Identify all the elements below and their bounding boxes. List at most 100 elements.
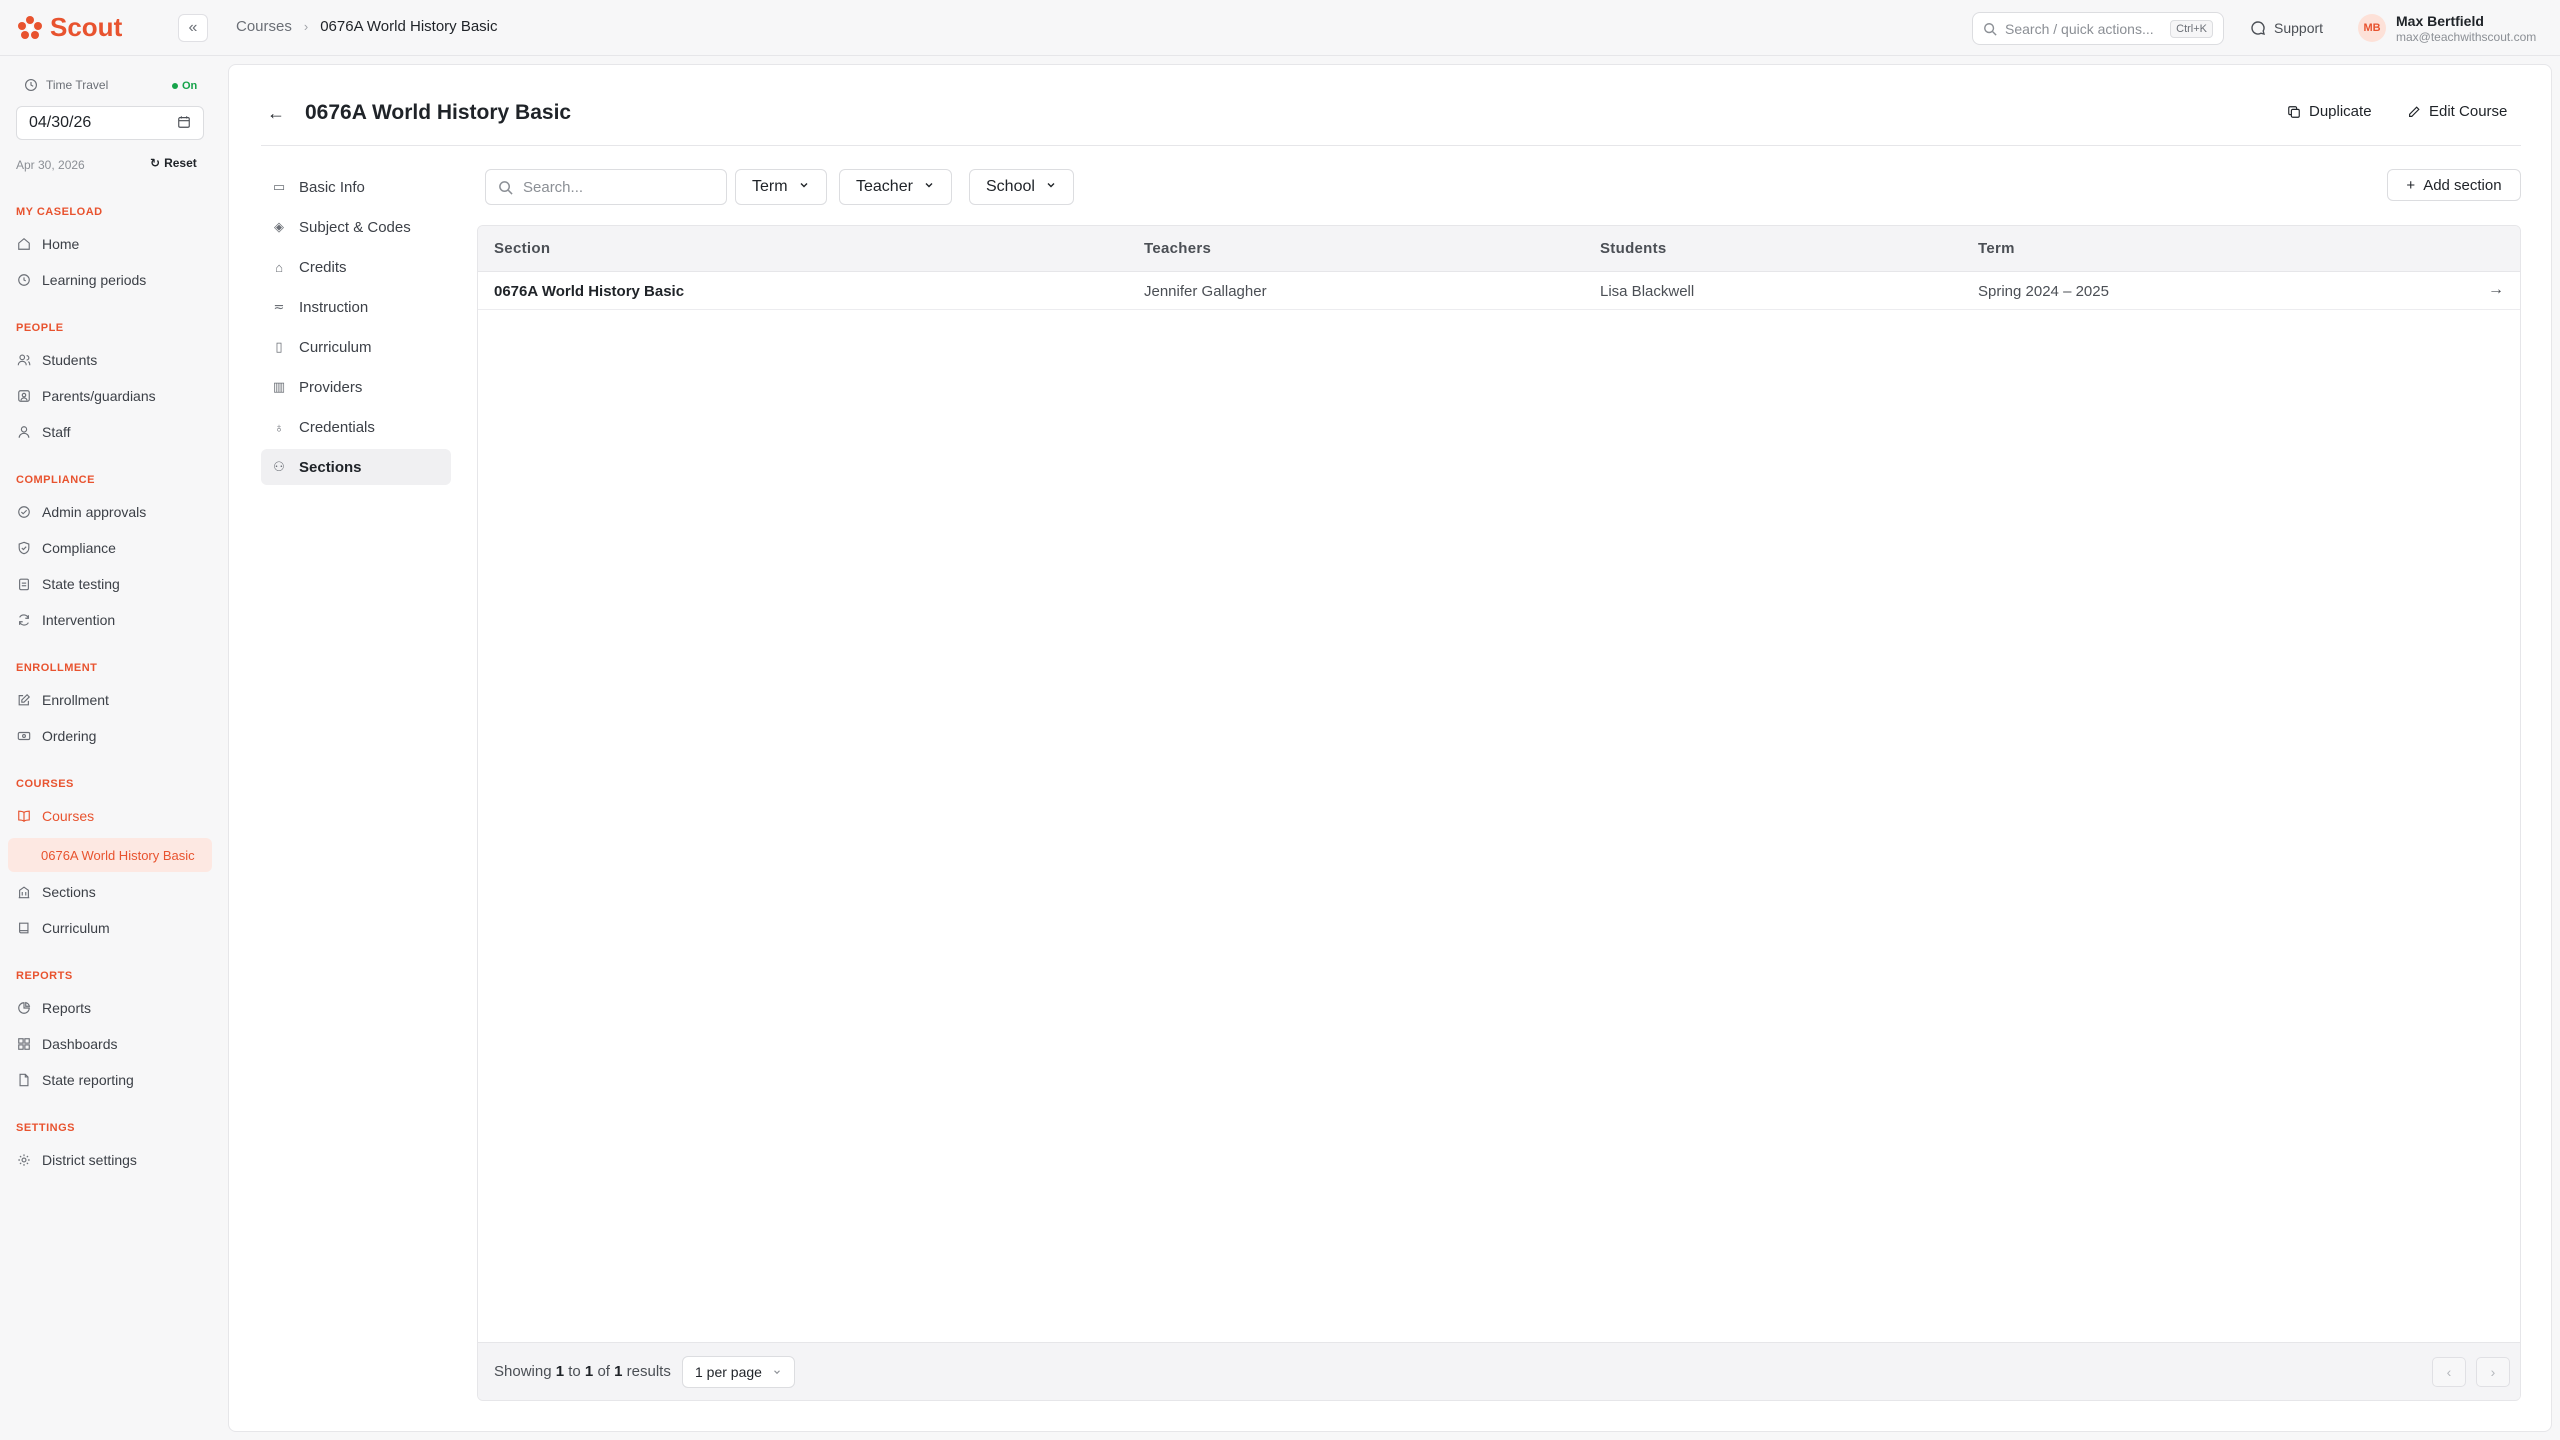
sidebar-item-reports[interactable]: Reports [16, 998, 91, 1018]
column-header-section[interactable]: Section [494, 240, 550, 257]
sidebar-item-label: Curriculum [42, 920, 110, 936]
pie-chart-icon [16, 1000, 32, 1016]
reset-label: Reset [164, 156, 197, 170]
column-header-term[interactable]: Term [1978, 240, 2015, 257]
global-search-placeholder: Search / quick actions... [2005, 20, 2154, 37]
school-filter[interactable]: School [969, 169, 1074, 205]
column-header-students[interactable]: Students [1600, 240, 1667, 257]
top-bar: Scout « Courses › 0676A World History Ba… [0, 0, 2560, 56]
subnav-basic-info[interactable]: ▭ Basic Info [261, 169, 451, 205]
sidebar-item-curriculum[interactable]: Curriculum [16, 918, 110, 938]
sidebar-item-sections[interactable]: Sections [16, 882, 96, 902]
sidebar-item-parents[interactable]: Parents/guardians [16, 386, 156, 406]
table-footer: Showing 1 to 1 of 1 results 1 per page ‹… [478, 1342, 2520, 1400]
chevron-right-icon: › [2490, 1364, 2496, 1380]
users-icon: ⚇ [273, 459, 285, 474]
sidebar-item-state-testing[interactable]: State testing [16, 574, 120, 594]
chat-bubble-icon [2251, 21, 2265, 35]
time-travel-status-text: On [182, 80, 198, 92]
scout-logo[interactable]: Scout [16, 12, 122, 43]
chevron-down-icon [1045, 178, 1057, 196]
subnav-label: Credentials [299, 418, 375, 436]
app-name: Scout [50, 12, 123, 42]
calendar-icon[interactable] [177, 115, 191, 132]
copy-icon [2288, 105, 2300, 118]
sidebar-item-district-settings[interactable]: District settings [16, 1150, 137, 1170]
search-shortcut-badge: Ctrl+K [2170, 19, 2213, 38]
user-email: max@teachwithscout.com [2396, 30, 2537, 44]
subnav-label: Curriculum [299, 338, 372, 356]
edit-note-icon [16, 692, 32, 708]
teacher-filter[interactable]: Teacher [839, 169, 952, 205]
subnav-label: Subject & Codes [299, 218, 411, 236]
collapse-sidebar-button[interactable]: « [178, 14, 208, 42]
sections-search-input[interactable]: Search... [485, 169, 727, 205]
sidebar-item-courses[interactable]: Courses [16, 806, 94, 826]
sidebar-item-compliance[interactable]: Compliance [16, 538, 116, 558]
sidebar-item-state-reporting[interactable]: State reporting [16, 1070, 134, 1090]
next-page-button[interactable]: › [2476, 1357, 2510, 1387]
section-heading-enrollment: ENROLLMENT [16, 662, 98, 674]
contact-card-icon [16, 388, 32, 404]
support-button[interactable]: Support [2250, 20, 2323, 36]
reset-button[interactable]: ↻ Reset [150, 156, 197, 170]
home-icon [16, 236, 32, 252]
sidebar-item-label: Ordering [42, 728, 97, 744]
sidebar-item-admin-approvals[interactable]: Admin approvals [16, 502, 146, 522]
per-page-select[interactable]: 1 per page [682, 1356, 795, 1388]
sidebar-item-home[interactable]: Home [16, 234, 79, 254]
sidebar-item-dashboards[interactable]: Dashboards [16, 1034, 118, 1054]
subnav-credentials[interactable]: ♁ Credentials [261, 409, 451, 445]
sidebar-item-staff[interactable]: Staff [16, 422, 71, 442]
sidebar-item-students[interactable]: Students [16, 350, 97, 370]
header-divider [261, 145, 2521, 146]
subnav-subject-codes[interactable]: ◈ Subject & Codes [261, 209, 451, 245]
user-info[interactable]: Max Bertfield max@teachwithscout.com [2396, 13, 2536, 45]
avatar[interactable]: MB [2358, 14, 2386, 42]
showing-prefix: Showing [494, 1363, 552, 1380]
book-open-icon: ▭ [272, 179, 286, 194]
clock-icon [16, 272, 32, 288]
sliders-icon: ≂ [273, 299, 285, 314]
subnav-sections[interactable]: ⚇ Sections [261, 449, 451, 485]
previous-page-button[interactable]: ‹ [2432, 1357, 2466, 1387]
cell-students: Lisa Blackwell [1600, 283, 1695, 300]
users-icon [16, 352, 32, 368]
chevrons-left-icon: « [188, 19, 198, 36]
breadcrumb-courses[interactable]: Courses [236, 18, 292, 35]
sidebar-item-label: Staff [42, 424, 71, 440]
breadcrumb: Courses › 0676A World History Basic [236, 18, 498, 35]
sidebar-item-label: Sections [42, 884, 96, 900]
graduation-cap-icon: ⌂ [275, 259, 283, 275]
gear-icon [16, 1152, 32, 1168]
sidebar-item-label: Reports [42, 1000, 92, 1016]
subnav-providers[interactable]: ▥ Providers [261, 369, 451, 405]
column-header-teachers[interactable]: Teachers [1144, 240, 1211, 257]
time-travel-date-input[interactable]: 04/30/26 [16, 106, 204, 140]
main-panel: ← 0676A World History Basic Duplicate Ed… [228, 64, 2552, 1432]
time-travel-text: Time Travel [46, 78, 109, 92]
subnav-instruction[interactable]: ≂ Instruction [261, 289, 451, 325]
subnav-credits[interactable]: ⌂ Credits [261, 249, 451, 285]
sidebar-item-ordering[interactable]: Ordering [16, 726, 96, 746]
chevron-left-icon: ‹ [2446, 1364, 2452, 1380]
time-travel-status[interactable]: On [172, 80, 197, 92]
sections-table: Section Teachers Students Term 0676A Wor… [477, 225, 2521, 1401]
arrow-right-icon[interactable]: → [2488, 281, 2504, 299]
clock-icon [25, 79, 37, 91]
sidebar-subitem-current-course[interactable]: 0676A World History Basic [8, 838, 212, 872]
sidebar-item-label: Home [42, 236, 80, 252]
global-search-input[interactable]: Search / quick actions... Ctrl+K [1972, 12, 2224, 45]
table-row[interactable]: 0676A World History Basic Jennifer Galla… [478, 272, 2520, 310]
back-arrow-icon[interactable]: ← [267, 103, 285, 124]
sidebar-item-learning-periods[interactable]: Learning periods [16, 270, 146, 290]
subnav-curriculum[interactable]: ▯ Curriculum [261, 329, 451, 365]
ticket-icon [16, 728, 32, 744]
add-section-button[interactable]: + Add section [2387, 169, 2521, 201]
term-filter[interactable]: Term [735, 169, 827, 205]
sidebar-item-intervention[interactable]: Intervention [16, 610, 115, 630]
duplicate-button[interactable]: Duplicate [2287, 103, 2372, 120]
showing-of-word: of [597, 1363, 610, 1380]
edit-course-button[interactable]: Edit Course [2407, 103, 2507, 120]
sidebar-item-enrollment[interactable]: Enrollment [16, 690, 109, 710]
